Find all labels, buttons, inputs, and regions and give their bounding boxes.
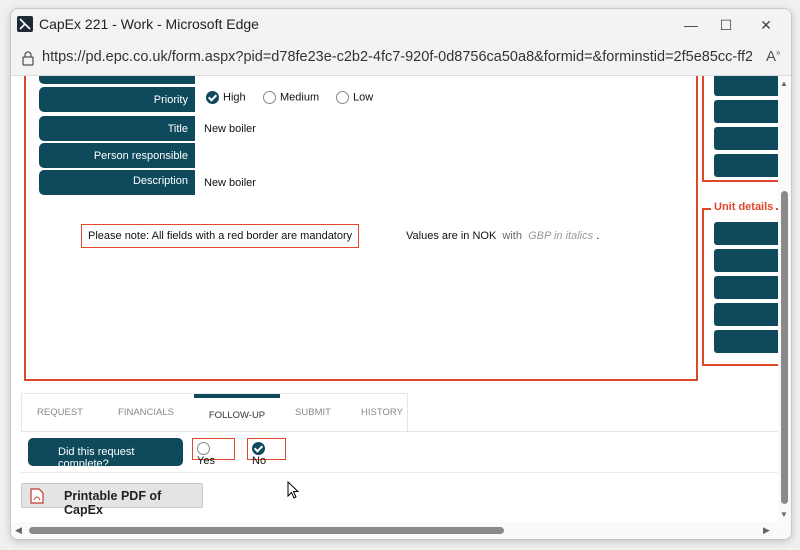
vertical-scroll-thumb[interactable] xyxy=(781,191,788,504)
read-aloud-icon[interactable]: A» xyxy=(766,48,780,65)
priority-label: Priority xyxy=(39,87,195,112)
radio-unchecked-icon xyxy=(336,91,349,104)
description-value[interactable]: New boiler xyxy=(204,177,256,189)
page-content: Priority High Medium Low Title New boile… xyxy=(11,76,778,522)
tab-submit[interactable]: SUBMIT xyxy=(280,394,346,432)
tab-bar: REQUEST FINANCIALS FOLLOW-UP SUBMIT HIST… xyxy=(21,393,408,432)
radio-unchecked-icon xyxy=(263,91,276,104)
priority-high-label: High xyxy=(223,91,246,104)
pdf-button-label: Printable PDF of CapEx xyxy=(64,489,162,517)
side-button-3[interactable] xyxy=(714,127,778,150)
completion-no-radio[interactable]: No xyxy=(247,438,286,467)
radio-unchecked-icon xyxy=(197,442,210,455)
close-button[interactable]: ✕ xyxy=(746,11,786,39)
lock-icon[interactable] xyxy=(21,50,35,71)
priority-medium-label: Medium xyxy=(280,91,320,104)
pdf-icon xyxy=(30,488,44,507)
currency-gbp: GBP in italics xyxy=(528,230,594,242)
unit-button-1[interactable] xyxy=(714,222,778,245)
radio-checked-icon xyxy=(206,91,219,104)
completion-question-label: Did this request complete? xyxy=(28,438,183,470)
side-button-4[interactable] xyxy=(714,154,778,177)
scroll-left-icon[interactable]: ◀ xyxy=(15,525,22,536)
mandatory-note: Please note: All fields with a red borde… xyxy=(81,224,360,248)
scroll-up-icon[interactable]: ▲ xyxy=(780,79,788,88)
unit-button-5[interactable] xyxy=(714,330,778,353)
title-value[interactable]: New boiler xyxy=(204,123,256,135)
mouse-cursor-icon xyxy=(287,480,301,506)
minimize-button[interactable]: — xyxy=(671,11,711,39)
unit-button-2[interactable] xyxy=(714,249,778,272)
tab-history[interactable]: HISTORY xyxy=(346,394,418,432)
currency-prefix: Values are in NOK xyxy=(406,230,497,242)
unit-button-3[interactable] xyxy=(714,276,778,299)
horizontal-scroll-thumb[interactable] xyxy=(29,527,504,534)
field-label-hidden xyxy=(39,76,195,84)
printable-pdf-button[interactable]: Printable PDF of CapEx xyxy=(21,483,203,517)
currency-with: with xyxy=(502,230,522,242)
title-label: Title xyxy=(39,116,195,141)
title-bar: CapEx 221 - Work - Microsoft Edge — ☐ ✕ xyxy=(11,9,791,41)
tab-divider xyxy=(21,431,778,432)
priority-low-label: Low xyxy=(353,91,374,104)
radio-checked-icon xyxy=(252,442,265,455)
person-responsible-label: Person responsible xyxy=(39,143,195,168)
browser-window: CapEx 221 - Work - Microsoft Edge — ☐ ✕ … xyxy=(10,8,792,540)
completion-no-label: No xyxy=(252,455,267,467)
tab-follow-up[interactable]: FOLLOW-UP xyxy=(194,394,280,432)
side-button-1[interactable] xyxy=(714,76,778,96)
priority-high-radio[interactable]: High xyxy=(206,91,246,104)
completion-yes-radio[interactable]: Yes xyxy=(192,438,235,467)
priority-low-radio[interactable]: Low xyxy=(336,91,373,104)
unit-details-title: Unit details xyxy=(711,201,777,213)
tab-financials[interactable]: FINANCIALS xyxy=(98,394,194,432)
priority-medium-radio[interactable]: Medium xyxy=(263,91,319,104)
app-icon xyxy=(17,16,33,32)
side-button-2[interactable] xyxy=(714,100,778,123)
window-title: CapEx 221 - Work - Microsoft Edge xyxy=(39,16,259,32)
url-field[interactable]: https://pd.epc.co.uk/form.aspx?pid=d78fe… xyxy=(42,49,752,65)
scroll-down-icon[interactable]: ▼ xyxy=(780,510,788,519)
unit-button-4[interactable] xyxy=(714,303,778,326)
description-label: Description xyxy=(39,170,195,195)
completion-yes-label: Yes xyxy=(197,455,215,467)
scroll-right-icon[interactable]: ▶ xyxy=(763,525,770,536)
maximize-button[interactable]: ☐ xyxy=(706,11,746,39)
currency-note: Values are in NOK with GBP in italics . xyxy=(406,230,599,242)
currency-suffix: . xyxy=(596,230,600,242)
horizontal-scrollbar[interactable]: ◀ ▶ xyxy=(11,522,791,539)
section-divider xyxy=(21,472,778,473)
vertical-scrollbar[interactable]: ▲ ▼ xyxy=(778,76,791,522)
address-bar: https://pd.epc.co.uk/form.aspx?pid=d78fe… xyxy=(11,41,791,76)
tab-request[interactable]: REQUEST xyxy=(22,394,98,432)
